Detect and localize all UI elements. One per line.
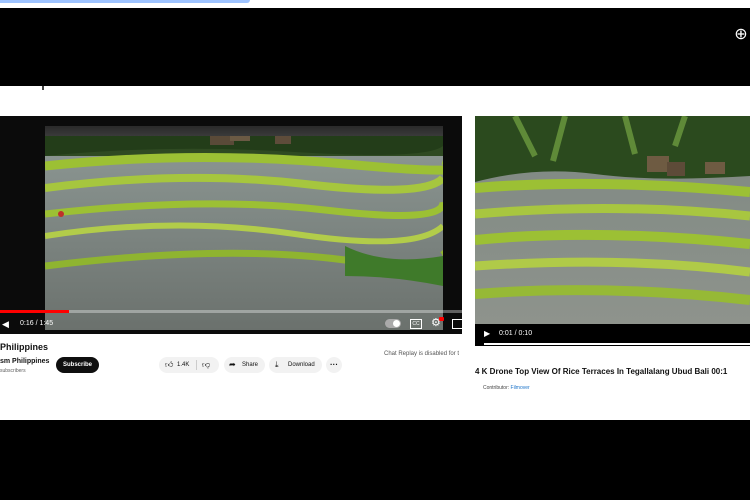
player-controls: ◀ 0:16 / 1:45 CC ⚙ <box>0 315 462 333</box>
like-dislike-group: 👍︎ 1.4K 👎︎ <box>159 357 219 373</box>
stock-video-player[interactable]: ▶ 0:01 / 0:10 <box>475 116 750 346</box>
cursor-mark <box>42 86 44 90</box>
stock-progress-bar[interactable] <box>484 343 750 345</box>
download-button[interactable]: ⤓ Download <box>269 357 322 373</box>
share-icon: ➦ <box>229 360 236 369</box>
rice-terrace-scene-left <box>45 126 443 330</box>
contributor-link[interactable]: Filmover <box>511 385 530 391</box>
progress-fill <box>0 310 70 313</box>
subscribe-button[interactable]: Subscribe <box>56 357 99 373</box>
comparison-panel: ◀ 0:16 / 1:45 CC ⚙ Philippines sm Philip… <box>0 86 750 420</box>
download-label: Download <box>288 362 315 368</box>
download-icon: ⤓ <box>275 360 279 369</box>
selection-highlight <box>0 0 250 3</box>
miniplayer-icon[interactable] <box>452 319 462 329</box>
video-title: Philippines <box>0 342 49 352</box>
zoom-in-icon[interactable]: ⊕ <box>732 26 750 44</box>
channel-name[interactable]: sm Philippines <box>0 358 49 365</box>
chat-replay-notice: Chat Replay is disabled for t <box>384 351 460 357</box>
contributor-line: Contributor: Filmover <box>483 385 530 391</box>
gear-icon[interactable]: ⚙ <box>431 316 444 329</box>
thumbs-down-icon[interactable]: 👎︎ <box>202 357 210 373</box>
volume-icon[interactable]: ◀ <box>2 319 9 330</box>
divider <box>196 360 197 370</box>
play-icon[interactable]: ▶ <box>484 329 490 338</box>
subscriber-count: subscribers <box>0 368 26 374</box>
video-frame-rice-terraces[interactable] <box>45 126 443 330</box>
more-actions-button[interactable]: ··· <box>326 357 342 373</box>
video-frame-rice-terraces-closeup[interactable] <box>475 116 750 324</box>
time-display: 0:16 / 1:45 <box>20 320 54 327</box>
share-button[interactable]: ➦ Share <box>224 357 265 373</box>
progress-bar[interactable] <box>0 310 462 313</box>
share-label: Share <box>242 362 259 368</box>
stock-time-display: 0:01 / 0:10 <box>499 330 533 337</box>
browser-top-strip <box>0 0 750 8</box>
rice-terrace-scene-right <box>475 116 750 324</box>
captions-icon[interactable]: CC <box>410 319 422 329</box>
like-count[interactable]: 1.4K <box>177 357 189 373</box>
contributor-label: Contributor: <box>483 385 510 391</box>
video-title-overlay <box>45 126 443 136</box>
youtube-player[interactable]: ◀ 0:16 / 1:45 CC ⚙ <box>0 116 462 334</box>
autoplay-toggle[interactable] <box>385 319 401 328</box>
thumbs-up-icon[interactable]: 👍︎ <box>165 357 173 373</box>
stock-video-title: 4 K Drone Top View Of Rice Terraces In T… <box>475 367 728 376</box>
